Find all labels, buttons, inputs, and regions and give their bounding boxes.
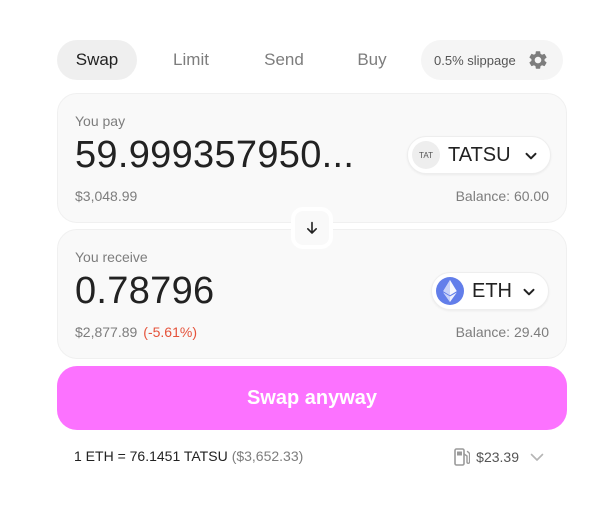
- gas-pump-icon: [454, 448, 471, 466]
- gas-fee-toggle[interactable]: $23.39: [454, 445, 545, 469]
- swap-tabs: Swap Limit Send Buy 0.5% slippage: [57, 40, 567, 80]
- switch-tokens-button[interactable]: [291, 207, 333, 249]
- slippage-label: 0.5% slippage: [434, 52, 516, 68]
- pay-usd-value: $3,048.99: [75, 188, 137, 204]
- chevron-down-icon: [525, 152, 537, 160]
- receive-balance: Balance: 29.40: [455, 324, 549, 340]
- exchange-rate-usd: ($3,652.33): [231, 448, 304, 464]
- tatsu-token-logo: TAT: [412, 141, 440, 169]
- receive-label: You receive: [75, 249, 148, 265]
- slippage-settings-button[interactable]: 0.5% slippage: [421, 40, 563, 80]
- tab-send[interactable]: Send: [243, 40, 325, 80]
- pay-amount-input[interactable]: 59.999357950...: [75, 134, 385, 177]
- gear-icon: [529, 51, 547, 69]
- pay-token-symbol: TATSU: [448, 143, 511, 166]
- arrow-down-icon: [307, 221, 317, 234]
- chevron-down-icon: [523, 288, 535, 296]
- receive-amount-input[interactable]: 0.78796: [75, 270, 385, 313]
- pay-label: You pay: [75, 113, 126, 129]
- tab-limit[interactable]: Limit: [154, 40, 228, 80]
- pay-usd-text: $3,048.99: [75, 188, 138, 204]
- receive-token-selector[interactable]: ETH: [431, 272, 549, 310]
- exchange-rate[interactable]: 1 ETH = 76.1451 TATSU ($3,652.33): [74, 448, 303, 464]
- tab-buy[interactable]: Buy: [340, 40, 404, 80]
- receive-usd-text: $2,877.89: [75, 324, 138, 340]
- pay-panel: You pay 59.999357950... TAT TATSU $3,048…: [57, 93, 567, 223]
- pay-token-selector[interactable]: TAT TATSU: [407, 136, 551, 174]
- ethereum-icon: [436, 277, 464, 305]
- pay-balance[interactable]: Balance: 60.00: [456, 188, 549, 204]
- gas-fee-value: $23.39: [476, 449, 519, 465]
- receive-token-symbol: ETH: [472, 279, 512, 302]
- receive-usd-value: $2,877.89 (-5.61%): [75, 324, 197, 340]
- rate-row[interactable]: 1 ETH = 76.1451 TATSU ($3,652.33) $23.39: [57, 445, 567, 469]
- tab-swap[interactable]: Swap: [57, 40, 137, 80]
- exchange-rate-text: 1 ETH = 76.1451 TATSU: [74, 448, 228, 464]
- chevron-down-icon: [530, 453, 544, 461]
- swap-anyway-button[interactable]: Swap anyway: [57, 366, 567, 430]
- swap-widget: Swap Limit Send Buy 0.5% slippage You pa…: [57, 40, 567, 466]
- price-impact: (-5.61%): [143, 324, 197, 340]
